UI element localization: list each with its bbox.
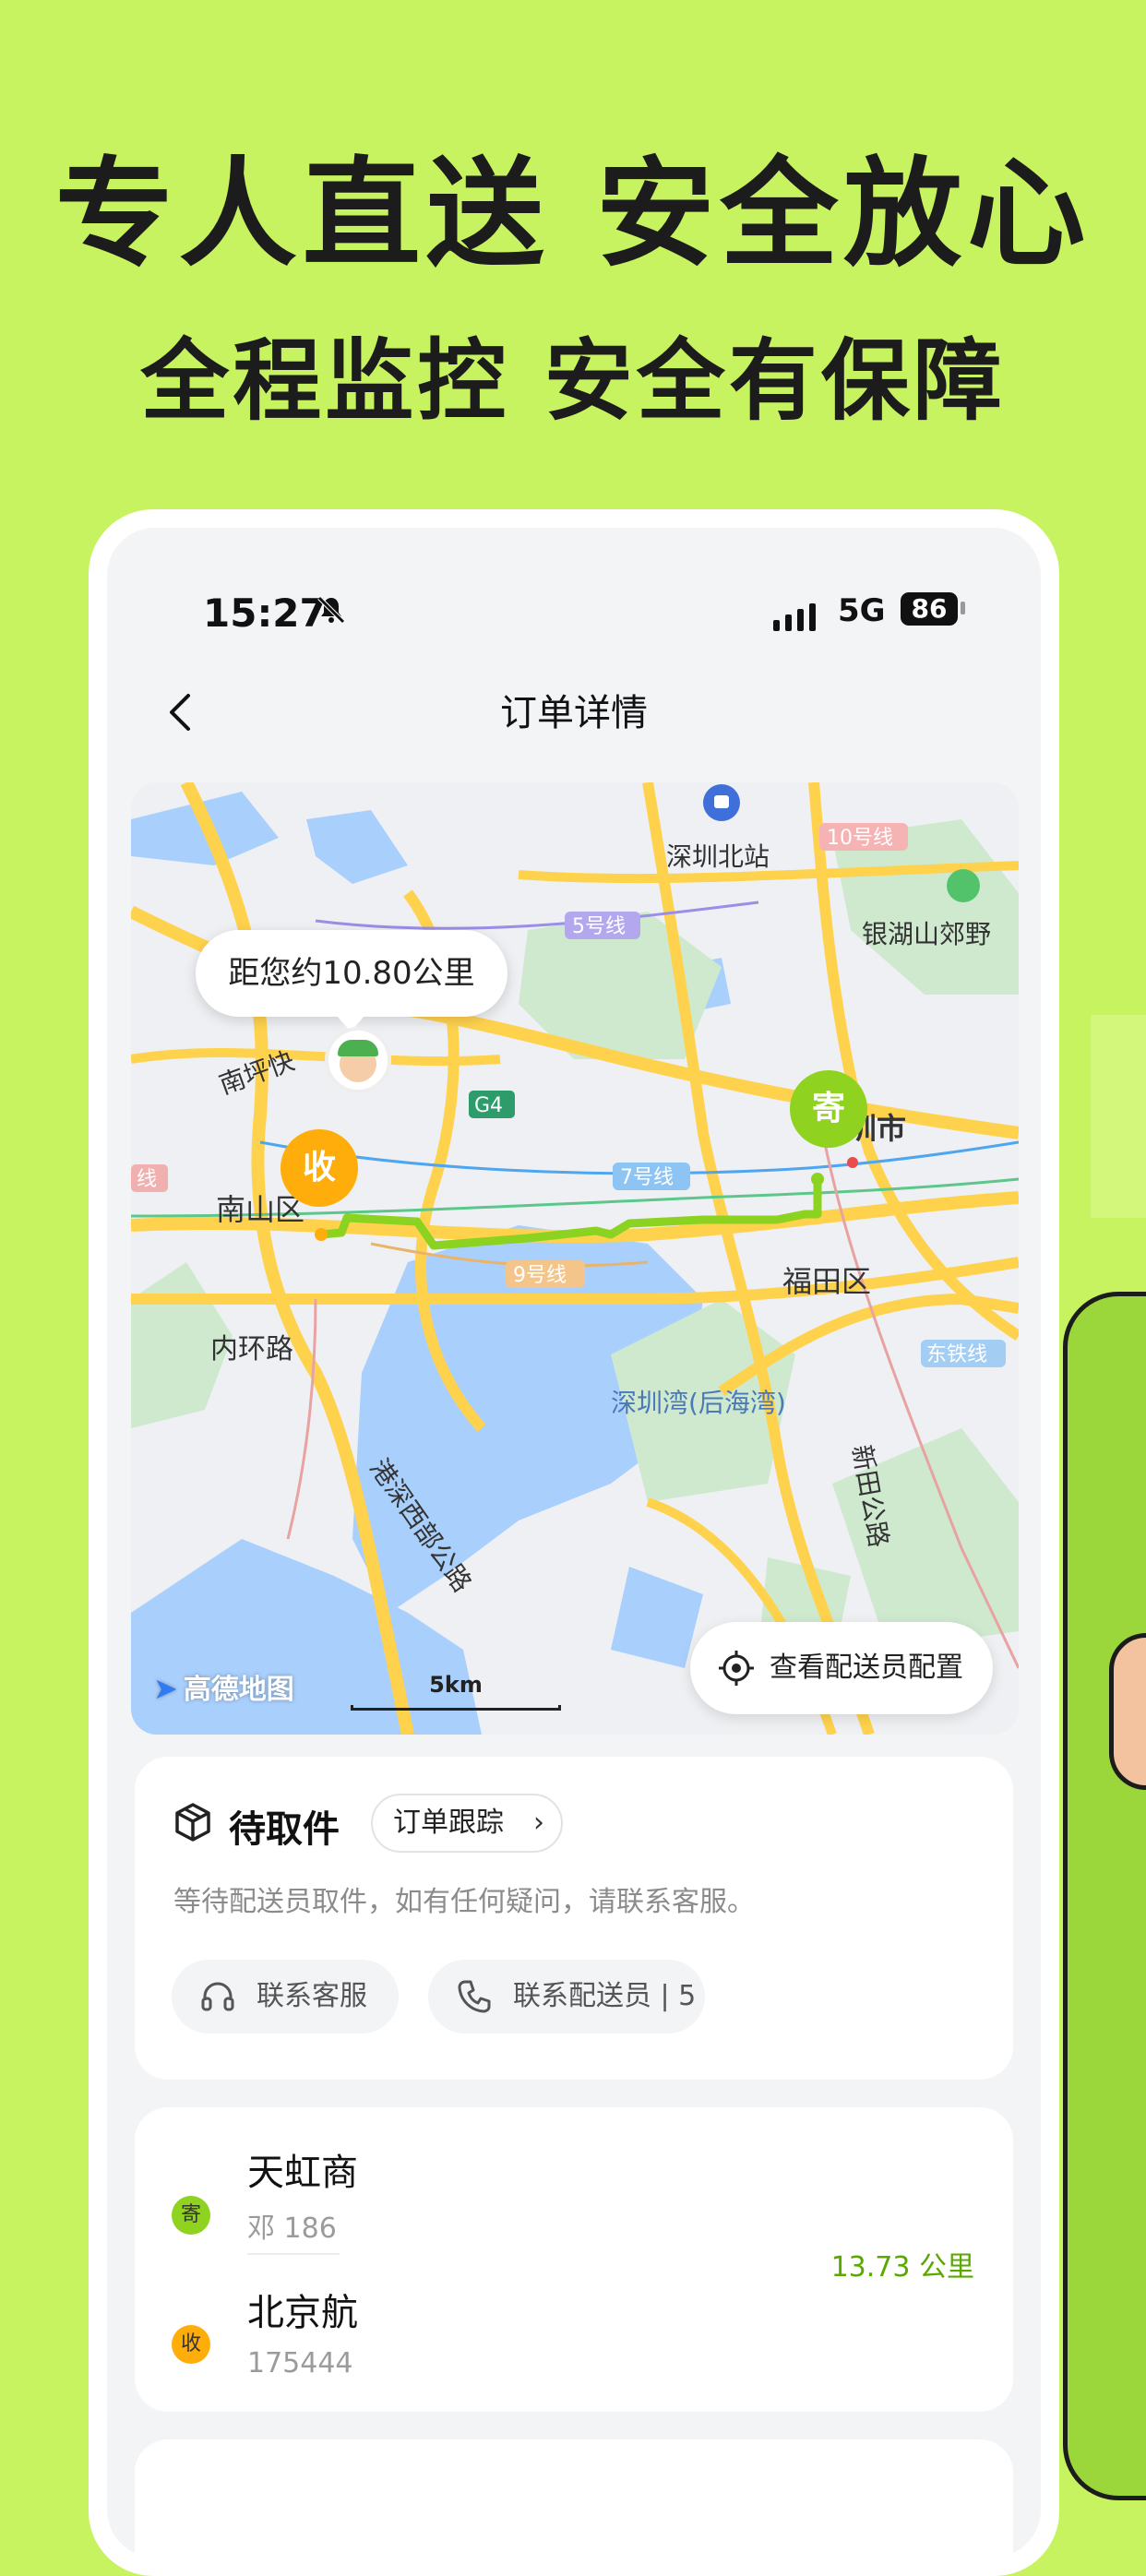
receiver-contact: 175444 [247, 2347, 353, 2379]
address-divider [247, 2253, 340, 2255]
promo-headline: 专人直送 安全放心 [54, 146, 1092, 283]
map-label-shenzhen-north: 深圳北站 [666, 841, 770, 872]
order-status-card: 待取件 订单跟踪 › 等待配送员取件，如有任何疑问，请联系客服。 联系客服 联系… [135, 1757, 1013, 2080]
order-tracking-label: 订单跟踪 [393, 1807, 504, 1839]
status-bar: 15:27 5G 86 [107, 528, 1041, 638]
amap-logo-label: 高德地图 [183, 1674, 294, 1706]
map-label-dongtie: 东铁线 [926, 1343, 987, 1366]
distance-bubble: 距您约10.80公里 [196, 930, 507, 1032]
route-map[interactable]: 深圳北站 10号线 5号线 银湖山郊野 南坪快 G4 圳市 线 南山区 7号线 … [131, 782, 1019, 1735]
contact-rider-button[interactable]: 联系配送员 | 5 [428, 1960, 705, 2033]
phone-frame: 15:27 5G 86 订单详情 深圳北站 10号线 5号线 银湖山郊野 南坪快… [89, 509, 1059, 2576]
map-label-neihuan: 内环路 [210, 1333, 293, 1366]
order-tracking-button[interactable]: 订单跟踪 › [371, 1794, 563, 1853]
headset-icon [201, 1982, 234, 2011]
map-canvas: 深圳北站 10号线 5号线 银湖山郊野 南坪快 G4 圳市 线 南山区 7号线 … [131, 782, 1019, 1735]
contact-service-button[interactable]: 联系客服 [172, 1960, 399, 2033]
status-time: 15:27 [203, 590, 327, 636]
promo-subline: 全程监控 安全有保障 [140, 329, 1006, 433]
rider-cap [338, 1040, 378, 1056]
map-scale-label: 5km [429, 1672, 483, 1698]
map-scale: 5km [351, 1672, 561, 1711]
background-decoration [1091, 1015, 1146, 1218]
contact-service-label: 联系客服 [257, 1980, 367, 2012]
order-status-title: 待取件 [229, 1808, 340, 1851]
network-type: 5G [838, 592, 886, 629]
map-label-line10: 10号线 [827, 827, 893, 850]
next-card [135, 2439, 1013, 2558]
app-screen: 15:27 5G 86 订单详情 深圳北站 10号线 5号线 银湖山郊野 南坪快… [107, 528, 1041, 2558]
contact-rider-label: 联系配送员 | 5 [513, 1980, 697, 2012]
map-label-line7: 7号线 [620, 1166, 674, 1189]
address-card: 寄 天虹商 邓 186 收 北京航 175444 13.73 公里 [135, 2107, 1013, 2412]
phone-icon [458, 1980, 491, 2013]
chevron-right-icon: › [533, 1807, 544, 1839]
receive-pin[interactable]: 收 [281, 1129, 358, 1207]
mute-bell-icon [316, 594, 347, 633]
page-title: 订单详情 [500, 692, 648, 734]
sender-contact: 邓 186 [247, 2212, 337, 2245]
rider-avatar[interactable] [325, 1027, 391, 1093]
amap-arrow-icon: ➤ [153, 1671, 178, 1706]
view-rider-config-button[interactable]: 查看配送员配置 [690, 1622, 993, 1714]
receive-badge: 收 [172, 2325, 210, 2364]
courier-illustration [1063, 1292, 1146, 2500]
map-label-g4: G4 [474, 1094, 503, 1117]
send-badge: 寄 [172, 2196, 210, 2235]
route-distance: 13.73 公里 [830, 2251, 974, 2284]
signal-strength-icon [773, 598, 816, 631]
battery-tip [961, 602, 965, 614]
battery-icon: 86 [901, 592, 958, 626]
map-label-line-edge: 线 [137, 1168, 157, 1191]
send-pin[interactable]: 寄 [790, 1070, 867, 1148]
map-scale-bar [351, 1705, 561, 1711]
map-label-bay: 深圳湾(后海湾) [611, 1388, 786, 1418]
package-icon [175, 1803, 210, 1842]
map-label-yinhu: 银湖山郊野 [862, 919, 991, 949]
courier-face-illustration [1109, 1633, 1146, 1790]
locate-target-icon [719, 1651, 754, 1686]
amap-logo: ➤ 高德地图 [153, 1666, 294, 1707]
map-label-line9: 9号线 [513, 1264, 567, 1287]
map-label-line5: 5号线 [572, 915, 626, 938]
order-status-description: 等待配送员取件，如有任何疑问，请联系客服。 [173, 1886, 755, 1918]
map-label-nanshan: 南山区 [216, 1192, 304, 1227]
view-rider-config-label: 查看配送员配置 [770, 1652, 963, 1684]
receiver-address-name: 北京航 [247, 2292, 358, 2334]
sender-address-name: 天虹商 [247, 2152, 358, 2194]
map-label-futian: 福田区 [782, 1264, 871, 1299]
